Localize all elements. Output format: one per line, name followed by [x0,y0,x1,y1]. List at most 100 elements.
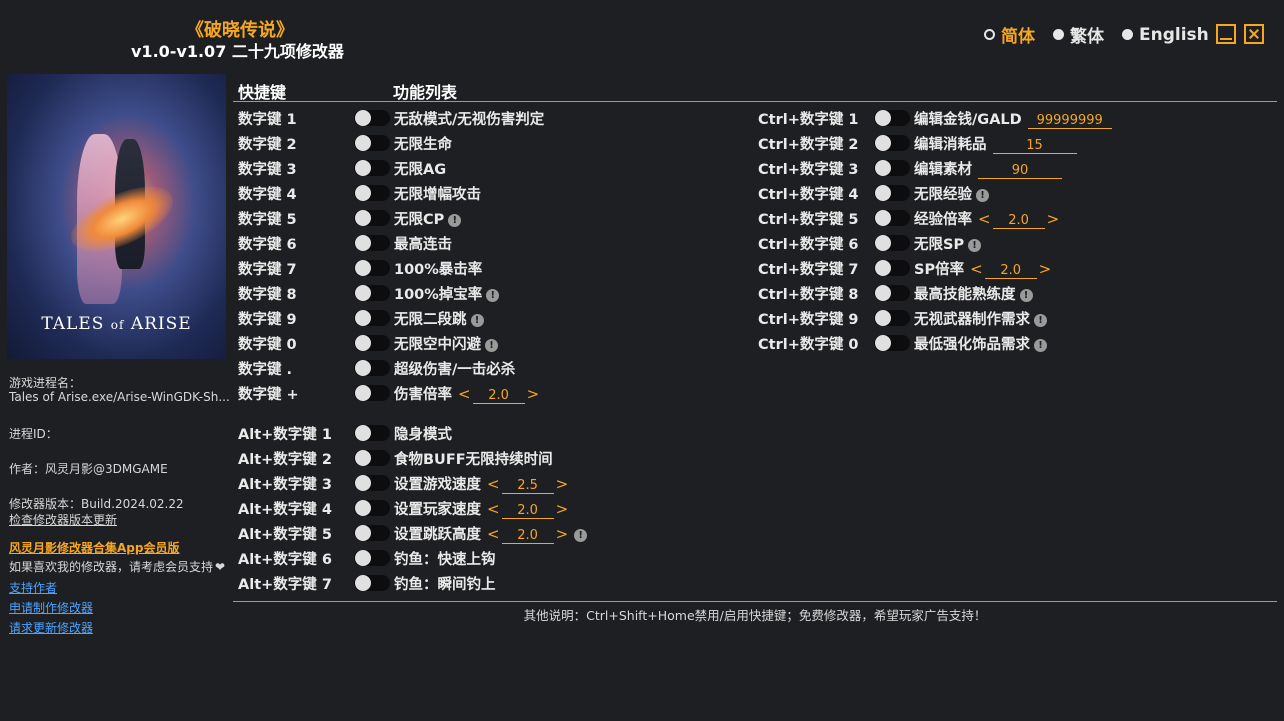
cheat-toggle[interactable] [354,500,390,516]
cheat-feature: 最低强化饰品需求! [914,333,1047,354]
cheat-row: 数字键 + 伤害倍率 <2.0 > [238,381,724,406]
cheat-toggle[interactable] [354,260,390,276]
minimize-icon[interactable] [1216,24,1236,44]
lang-simplified-label: 简体 [1001,27,1035,47]
increase-arrow-icon[interactable]: > [527,385,540,403]
cheat-toggle[interactable] [354,235,390,251]
info-icon[interactable]: ! [976,188,989,202]
cheat-toggle[interactable] [354,285,390,301]
multiplier-value[interactable]: 2.0 [992,212,1045,229]
cheat-toggle[interactable] [354,475,390,491]
cheat-feature: 编辑素材 90 [914,158,1062,179]
hotkey-label: Alt+数字键 7 [238,577,332,593]
decrease-arrow-icon[interactable]: < [487,475,500,493]
info-icon[interactable]: ! [1034,313,1047,327]
multiplier-value[interactable]: 2.5 [501,477,554,494]
radio-icon [1053,29,1064,40]
hotkey-label: 数字键 3 [238,162,297,178]
increase-arrow-icon[interactable]: > [1047,210,1060,228]
cheat-toggle[interactable] [354,185,390,201]
cheat-toggle[interactable] [354,210,390,226]
cheat-feature: 无限SP! [914,233,982,254]
cheat-toggle[interactable] [354,160,390,176]
decrease-arrow-icon[interactable]: < [487,525,500,543]
info-icon[interactable]: ! [574,528,588,542]
decrease-arrow-icon[interactable]: < [487,500,500,518]
hotkey-label: 数字键 2 [238,137,297,153]
cheat-toggle[interactable] [354,575,390,591]
cheat-toggle[interactable] [354,360,390,376]
feature-label: 无限SP [914,237,965,253]
increase-arrow-icon[interactable]: > [556,500,569,518]
feature-label: 无限二段跳 [394,312,467,328]
request-trainer-link[interactable]: 申请制作修改器 [9,599,93,616]
cheat-toggle[interactable] [874,185,910,201]
cheat-feature: 无视武器制作需求! [914,308,1047,329]
feature-label: 经验倍率 [914,212,972,228]
cheat-toggle[interactable] [874,310,910,326]
cheat-toggle[interactable] [874,160,910,176]
cheat-row: Alt+数字键 3 设置游戏速度 <2.5 > [238,471,724,496]
lang-traditional[interactable]: 繁体 [1053,22,1104,47]
window-controls [1216,24,1264,44]
info-icon[interactable]: ! [1019,288,1033,302]
info-icon[interactable]: ! [470,313,484,327]
decrease-arrow-icon[interactable]: < [970,260,983,278]
info-icon[interactable]: ! [968,238,982,252]
cheat-toggle[interactable] [874,110,910,126]
multiplier-value[interactable]: 2.0 [472,387,525,404]
increase-arrow-icon[interactable]: > [556,475,569,493]
increase-arrow-icon[interactable]: > [556,525,569,543]
decrease-arrow-icon[interactable]: < [978,210,991,228]
cheat-row: Alt+数字键 1 隐身模式 [238,421,724,446]
check-update-link[interactable]: 检查修改器版本更新 [9,511,117,528]
vip-app-link[interactable]: 风灵月影修改器合集App会员版 [9,539,179,556]
cheat-row: 数字键 7 100%暴击率 [238,256,724,281]
cheat-toggle[interactable] [354,110,390,126]
trainer-version: 修改器版本：Build.2024.02.22 [9,497,184,511]
info-icon[interactable]: ! [1034,338,1047,352]
hotkey-label: Ctrl+数字键 6 [758,237,859,253]
hotkey-label: 数字键 0 [238,337,297,353]
cheat-row: 数字键 0 无限空中闪避! [238,331,724,356]
multiplier-value[interactable]: 2.0 [984,262,1037,279]
feature-label: 100%掉宝率 [394,287,483,303]
lang-english[interactable]: English [1122,25,1209,45]
cheat-toggle[interactable] [874,210,910,226]
cheat-toggle[interactable] [354,385,390,401]
cheat-toggle[interactable] [874,235,910,251]
decrease-arrow-icon[interactable]: < [458,385,471,403]
feature-label: 编辑素材 [914,162,972,178]
close-icon[interactable] [1244,24,1264,44]
info-icon[interactable]: ! [485,338,498,352]
cheat-feature: 无限AG [394,158,446,179]
hotkey-label: Ctrl+数字键 9 [758,312,859,328]
cheat-toggle[interactable] [874,335,910,351]
cheat-toggle[interactable] [354,335,390,351]
support-author-link[interactable]: 支持作者 [9,579,57,596]
cheat-toggle[interactable] [354,310,390,326]
increase-arrow-icon[interactable]: > [1039,260,1052,278]
cheat-toggle[interactable] [354,450,390,466]
multiplier-value[interactable]: 2.0 [501,502,554,519]
feature-label: 无视武器制作需求 [914,312,1030,328]
multiplier-value[interactable]: 2.0 [501,527,554,544]
cheat-toggle[interactable] [874,135,910,151]
cheat-toggle[interactable] [874,260,910,276]
cheat-feature: 设置玩家速度 <2.0 > [394,498,570,519]
value-edit-field[interactable]: 99999999 [1027,112,1112,129]
cheat-feature: 无限空中闪避! [394,333,498,354]
info-icon[interactable]: ! [486,288,500,302]
value-edit-field[interactable]: 15 [992,137,1077,154]
hotkey-label: Ctrl+数字键 3 [758,162,859,178]
cheat-toggle[interactable] [354,135,390,151]
cheat-toggle[interactable] [354,550,390,566]
cheat-feature: SP倍率 <2.0 > [914,258,1053,279]
lang-simplified[interactable]: 简体 [984,22,1035,47]
cheat-toggle[interactable] [874,285,910,301]
cheat-toggle[interactable] [354,425,390,441]
request-update-link[interactable]: 请求更新修改器 [9,619,93,636]
info-icon[interactable]: ! [448,213,462,227]
value-edit-field[interactable]: 90 [978,162,1062,179]
cheat-toggle[interactable] [354,525,390,541]
